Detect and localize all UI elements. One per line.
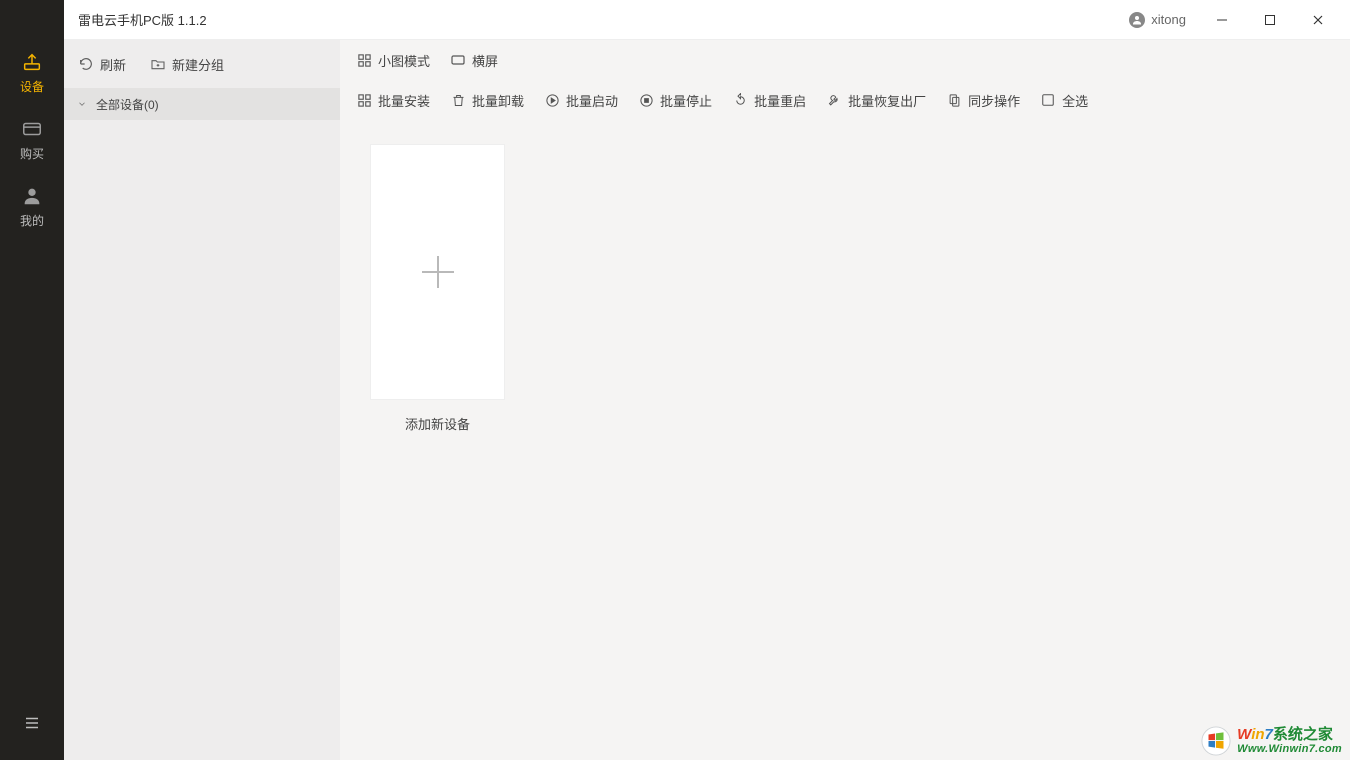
add-device-box[interactable] <box>370 144 505 400</box>
plus-icon <box>422 256 454 288</box>
hamburger-icon <box>23 714 41 732</box>
sidebar-menu-button[interactable] <box>0 698 64 748</box>
new-folder-icon <box>150 56 166 72</box>
sidebar-item-label: 我的 <box>20 212 44 229</box>
new-group-button[interactable]: 新建分组 <box>150 55 224 74</box>
sidebar: 设备 购买 我的 <box>0 0 64 760</box>
sidebar-item-buy[interactable]: 购买 <box>0 107 64 174</box>
app-title: 雷电云手机PC版 1.1.2 <box>78 10 207 29</box>
select-all-label: 全选 <box>1062 91 1088 110</box>
sidebar-item-label: 设备 <box>20 78 44 95</box>
sync-ops-label: 同步操作 <box>968 91 1020 110</box>
stop-icon <box>638 92 654 108</box>
window-close-button[interactable] <box>1296 0 1340 40</box>
batch-start-label: 批量启动 <box>566 91 618 110</box>
sync-icon <box>946 92 962 108</box>
main-toolbar-1: 小图模式 横屏 <box>340 40 1350 80</box>
window-maximize-button[interactable] <box>1248 0 1292 40</box>
batch-uninstall-label: 批量卸载 <box>472 91 524 110</box>
sidebar-item-label: 购买 <box>20 145 44 162</box>
refresh-button[interactable]: 刷新 <box>78 55 126 74</box>
devices-icon <box>20 50 44 74</box>
batch-install-button[interactable]: 批量安装 <box>356 91 430 110</box>
main-toolbar-2: 批量安装 批量卸载 批量启动 批量停止 批量重启 <box>340 80 1350 120</box>
batch-start-button[interactable]: 批量启动 <box>544 91 618 110</box>
landscape-button[interactable]: 横屏 <box>450 51 498 70</box>
batch-uninstall-button[interactable]: 批量卸载 <box>450 91 524 110</box>
group-panel-toolbar: 刷新 新建分组 <box>64 40 340 88</box>
titlebar: 雷电云手机PC版 1.1.2 xitong <box>64 0 1350 40</box>
new-group-label: 新建分组 <box>172 55 224 74</box>
batch-install-label: 批量安装 <box>378 91 430 110</box>
batch-factory-reset-button[interactable]: 批量恢复出厂 <box>826 91 926 110</box>
group-panel: 刷新 新建分组 全部设备(0) <box>64 40 340 760</box>
window-minimize-button[interactable] <box>1200 0 1244 40</box>
username-label: xitong <box>1151 12 1186 27</box>
thumb-mode-button[interactable]: 小图模式 <box>356 51 430 70</box>
titlebar-right: xitong <box>1129 0 1340 40</box>
grid-icon <box>356 52 372 68</box>
user-chip[interactable]: xitong <box>1129 12 1186 28</box>
buy-icon <box>20 117 44 141</box>
batch-factory-label: 批量恢复出厂 <box>848 91 926 110</box>
add-device-card[interactable]: 添加新设备 <box>370 144 505 433</box>
avatar-icon <box>1129 12 1145 28</box>
add-device-label: 添加新设备 <box>405 414 470 433</box>
restart-icon <box>732 92 748 108</box>
group-row-all-devices[interactable]: 全部设备(0) <box>64 88 340 120</box>
landscape-icon <box>450 52 466 68</box>
apps-icon <box>356 92 372 108</box>
select-all-checkbox[interactable]: 全选 <box>1040 91 1088 110</box>
landscape-label: 横屏 <box>472 51 498 70</box>
group-row-label: 全部设备(0) <box>96 96 159 113</box>
sidebar-item-devices[interactable]: 设备 <box>0 40 64 107</box>
refresh-label: 刷新 <box>100 55 126 74</box>
main-panel: 小图模式 横屏 批量安装 批量卸载 批量启动 <box>340 40 1350 760</box>
user-icon <box>20 184 44 208</box>
batch-stop-button[interactable]: 批量停止 <box>638 91 712 110</box>
batch-stop-label: 批量停止 <box>660 91 712 110</box>
checkbox-icon <box>1040 92 1056 108</box>
batch-restart-label: 批量重启 <box>754 91 806 110</box>
thumb-mode-label: 小图模式 <box>378 51 430 70</box>
refresh-icon <box>78 56 94 72</box>
wrench-icon <box>826 92 842 108</box>
sidebar-item-mine[interactable]: 我的 <box>0 174 64 241</box>
batch-restart-button[interactable]: 批量重启 <box>732 91 806 110</box>
trash-icon <box>450 92 466 108</box>
chevron-down-icon <box>76 98 88 110</box>
sync-ops-button[interactable]: 同步操作 <box>946 91 1020 110</box>
play-icon <box>544 92 560 108</box>
device-grid: 添加新设备 <box>340 120 1350 760</box>
